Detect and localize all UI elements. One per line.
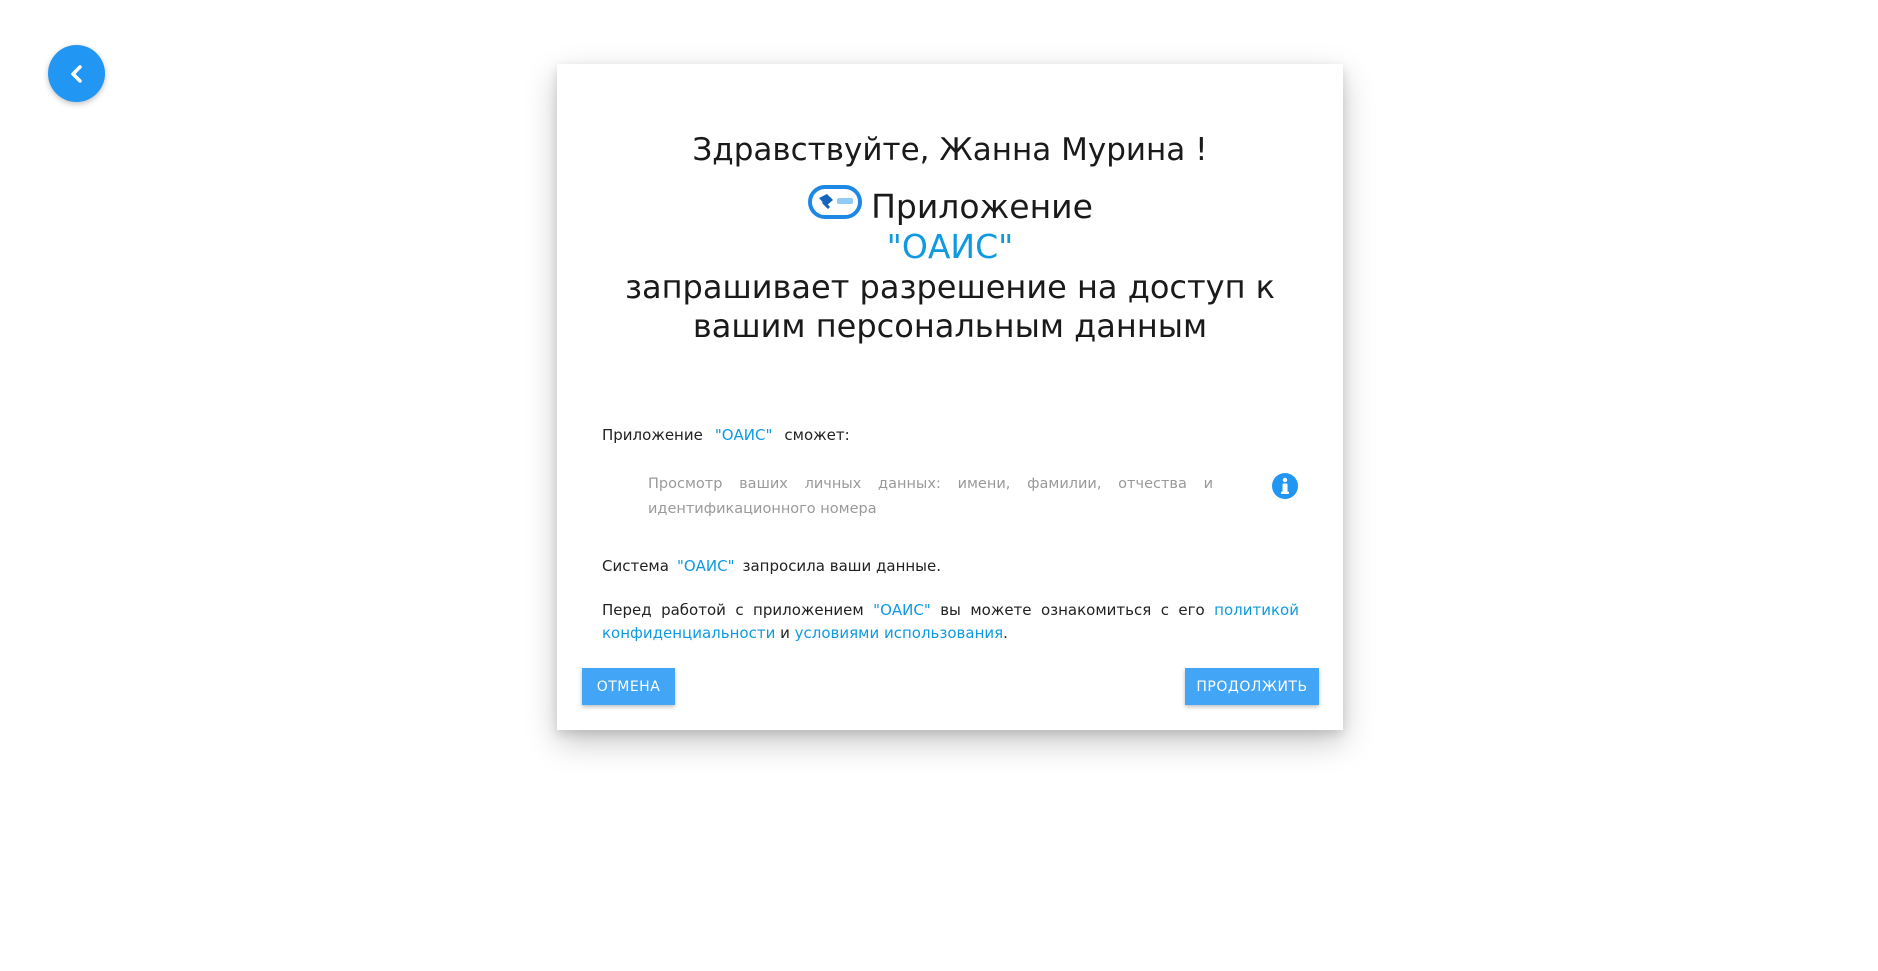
info-icon[interactable] <box>1271 472 1299 500</box>
app-name: "ОАИС" <box>886 227 1014 266</box>
policy-end: . <box>1003 624 1008 642</box>
app-logo-icon <box>807 184 863 230</box>
policy-prefix: Перед работой с приложением <box>602 601 864 619</box>
cancel-button[interactable]: ОТМЕНА <box>582 668 675 705</box>
permissions-heading: Приложение "ОАИС" сможет: <box>602 426 850 444</box>
can-suffix: сможет: <box>784 426 850 444</box>
system-line: Система "ОАИС" запросила ваши данные. <box>602 557 941 575</box>
request-text: запрашивает разрешение на доступ к вашим… <box>625 268 1275 345</box>
system-prefix: Система <box>602 557 669 575</box>
continue-button[interactable]: ПРОДОЛЖИТЬ <box>1185 668 1319 705</box>
can-prefix: Приложение <box>602 426 703 444</box>
policy-app-name: "ОАИС" <box>873 601 931 619</box>
policy-text: Перед работой с приложением "ОАИС" вы мо… <box>602 599 1299 645</box>
system-suffix: запросила ваши данные. <box>742 557 942 575</box>
policy-and: и <box>780 624 790 642</box>
back-button[interactable] <box>48 45 105 102</box>
can-app-name: "ОАИС" <box>714 426 773 444</box>
policy-middle: вы можете ознакомиться с его <box>940 601 1205 619</box>
consent-dialog: Здравствуйте, Жанна Мурина ! Приложение … <box>557 64 1343 730</box>
chevron-left-icon <box>70 64 82 83</box>
terms-of-use-link[interactable]: условиями использования <box>795 624 1004 642</box>
permission-item: Просмотр ваших личных данных: имени, фам… <box>648 476 1213 517</box>
app-heading: Приложение <box>557 185 1343 230</box>
greeting-title: Здравствуйте, Жанна Мурина ! <box>692 132 1208 168</box>
system-app-name: "ОАИС" <box>676 557 735 575</box>
app-label: Приложение <box>871 187 1093 226</box>
